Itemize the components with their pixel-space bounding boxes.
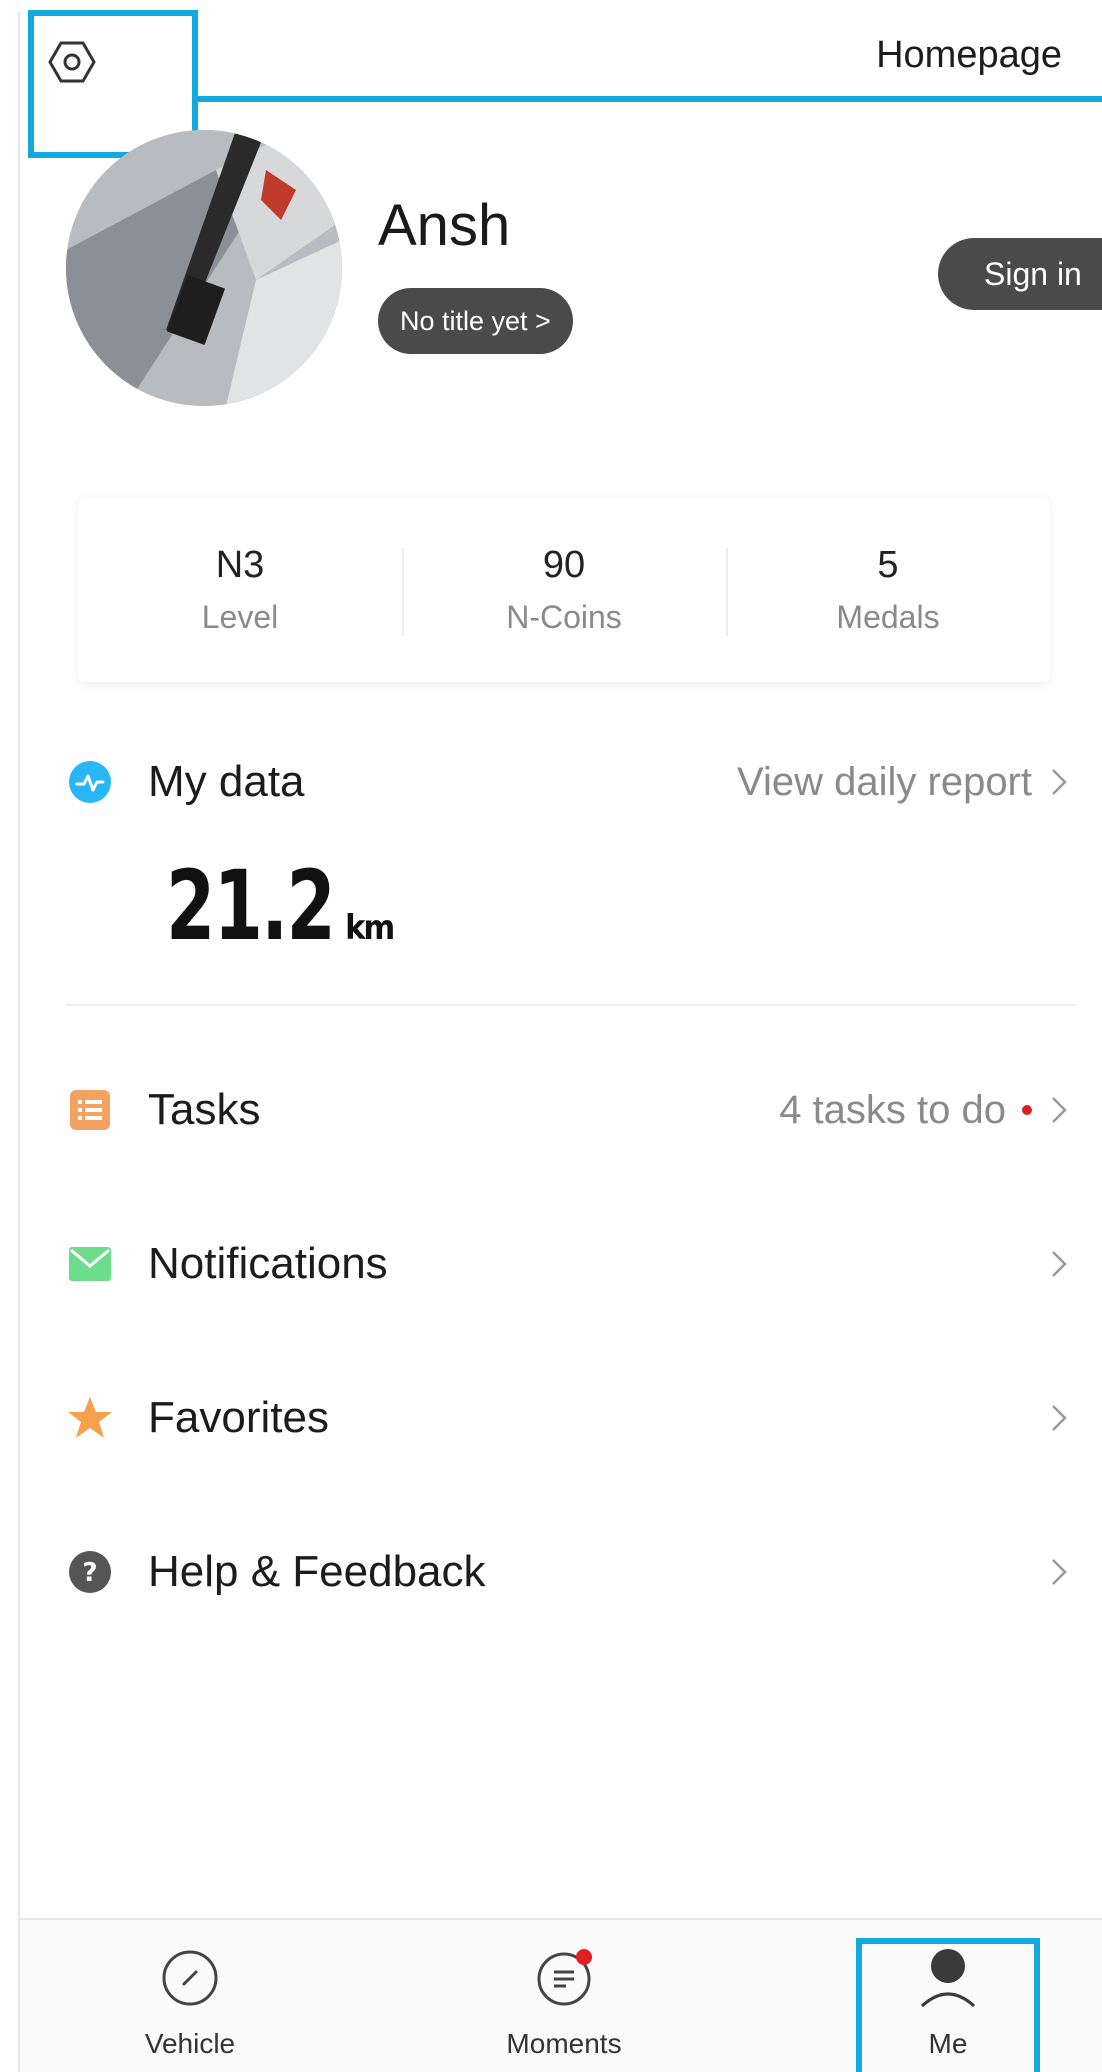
stat-level[interactable]: N3 Level <box>78 544 402 636</box>
favorites-label: Favorites <box>148 1393 329 1442</box>
distance-unit: km <box>345 908 395 948</box>
my-data-row[interactable]: My data View daily report <box>66 742 1076 822</box>
stat-value: 5 <box>877 544 899 586</box>
chevron-right-icon <box>1042 767 1076 797</box>
favorites-row[interactable]: Favorites <box>66 1378 1076 1458</box>
stat-medals[interactable]: 5 Medals <box>726 544 1050 636</box>
me-highlight-box <box>856 1938 1040 2072</box>
divider <box>66 1004 1076 1006</box>
app-screen: Homepage Ansh No title yet > Sign in N3 … <box>18 10 1102 2072</box>
chat-icon <box>537 1949 592 2006</box>
list-icon <box>66 1086 114 1134</box>
title-chip[interactable]: No title yet > <box>378 288 573 354</box>
sign-in-button[interactable]: Sign in <box>938 238 1102 310</box>
stat-label: Level <box>201 599 279 635</box>
header: Homepage <box>20 10 1102 158</box>
distance-readout: 21.2 km <box>166 850 395 962</box>
svg-text:?: ? <box>82 1558 97 1588</box>
stat-ncoins[interactable]: 90 N-Coins <box>402 544 726 636</box>
stat-label: Medals <box>836 599 940 635</box>
view-daily-report-link[interactable]: View daily report <box>737 760 1032 805</box>
tasks-row[interactable]: Tasks 4 tasks to do <box>66 1070 1076 1150</box>
star-icon <box>66 1394 114 1442</box>
help-icon: ? <box>66 1548 114 1596</box>
tab-label: Vehicle <box>144 2028 236 2059</box>
stat-value: 90 <box>542 544 586 586</box>
help-feedback-label: Help & Feedback <box>148 1547 486 1596</box>
mail-icon <box>66 1240 114 1288</box>
speedometer-icon <box>162 1950 218 2006</box>
homepage-link[interactable]: Homepage <box>876 34 1062 77</box>
tasks-status: 4 tasks to do <box>779 1088 1032 1133</box>
stat-label: N-Coins <box>506 599 622 635</box>
notifications-row[interactable]: Notifications <box>66 1224 1076 1304</box>
header-highlight-line <box>196 96 1102 102</box>
tab-label: Moments <box>506 2028 622 2059</box>
tab-vehicle[interactable]: Vehicle <box>90 1920 290 2072</box>
stats-card: N3 Level 90 N-Coins 5 Medals <box>78 498 1050 682</box>
help-feedback-row[interactable]: ? Help & Feedback <box>66 1532 1076 1612</box>
notification-badge <box>576 1949 592 1965</box>
chevron-right-icon <box>1042 1095 1076 1125</box>
tasks-count: 4 tasks to do <box>779 1087 1006 1132</box>
avatar-image <box>66 130 342 406</box>
chevron-right-icon <box>1042 1249 1076 1279</box>
activity-icon <box>66 758 114 806</box>
chevron-right-icon <box>1042 1557 1076 1587</box>
distance-value: 21.2 <box>166 850 336 962</box>
username: Ansh <box>378 193 511 258</box>
unread-dot <box>1022 1105 1032 1115</box>
my-data-label: My data <box>148 757 305 806</box>
tasks-label: Tasks <box>148 1085 261 1134</box>
stat-value: N3 <box>215 544 265 586</box>
notifications-label: Notifications <box>148 1239 388 1288</box>
avatar[interactable] <box>66 130 342 406</box>
chevron-right-icon <box>1042 1403 1076 1433</box>
tab-moments[interactable]: Moments <box>464 1920 664 2072</box>
